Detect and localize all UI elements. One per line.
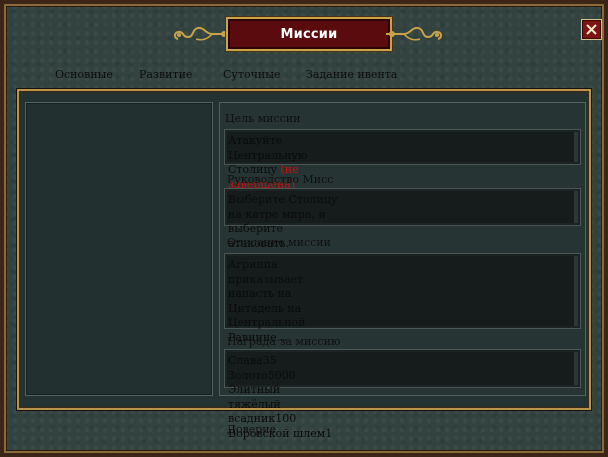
goal-box[interactable]: Атакуйте Центральную Столицу (не заверше… — [224, 129, 581, 191]
tab-event[interactable]: Задание ивента — [306, 68, 397, 82]
window-title: Миссии — [280, 26, 338, 42]
ornament-left-icon — [174, 26, 230, 41]
close-button[interactable] — [581, 19, 602, 40]
title-plaque: Миссии — [226, 17, 392, 51]
tab-bar: Основные Развитие Суточные Задание ивент… — [4, 68, 608, 84]
reward-item: Золото5000 — [228, 368, 296, 382]
guide-label: Руководство Мисс — [227, 173, 334, 186]
description-scrollbar[interactable] — [574, 256, 578, 326]
reward-scrollbar[interactable] — [574, 352, 578, 385]
reward-label: Награда за миссию — [227, 335, 341, 348]
mission-list-panel[interactable] — [25, 102, 213, 396]
reward-box[interactable]: Слава35 Золото5000 Элитный тяжёлый всадн… — [224, 349, 581, 440]
description-text: Агриппа приказывает напасть на Цитадель … — [228, 258, 306, 344]
tab-daily[interactable]: Суточные — [223, 68, 280, 82]
description-label: Описание миссии — [227, 236, 331, 249]
reward-item: Слава35 — [228, 354, 277, 367]
title-ornament: Миссии — [172, 17, 444, 51]
reward-item: Элитный тяжёлый всадник100 — [228, 383, 297, 425]
overflow-text: Доверие — [227, 423, 277, 436]
close-icon — [586, 24, 597, 35]
tab-main[interactable]: Основные — [55, 68, 113, 82]
tab-development[interactable]: Развитие — [139, 68, 192, 82]
guide-box[interactable]: Выберите Столицу на катре мира, и выбери… — [224, 188, 581, 250]
guide-scrollbar[interactable] — [574, 191, 578, 223]
goal-label: Цель миссии — [225, 112, 301, 125]
goal-scrollbar[interactable] — [574, 132, 578, 162]
description-box[interactable]: Агриппа приказывает напасть на Цитадель … — [224, 253, 581, 344]
ornament-right-icon — [386, 26, 442, 41]
